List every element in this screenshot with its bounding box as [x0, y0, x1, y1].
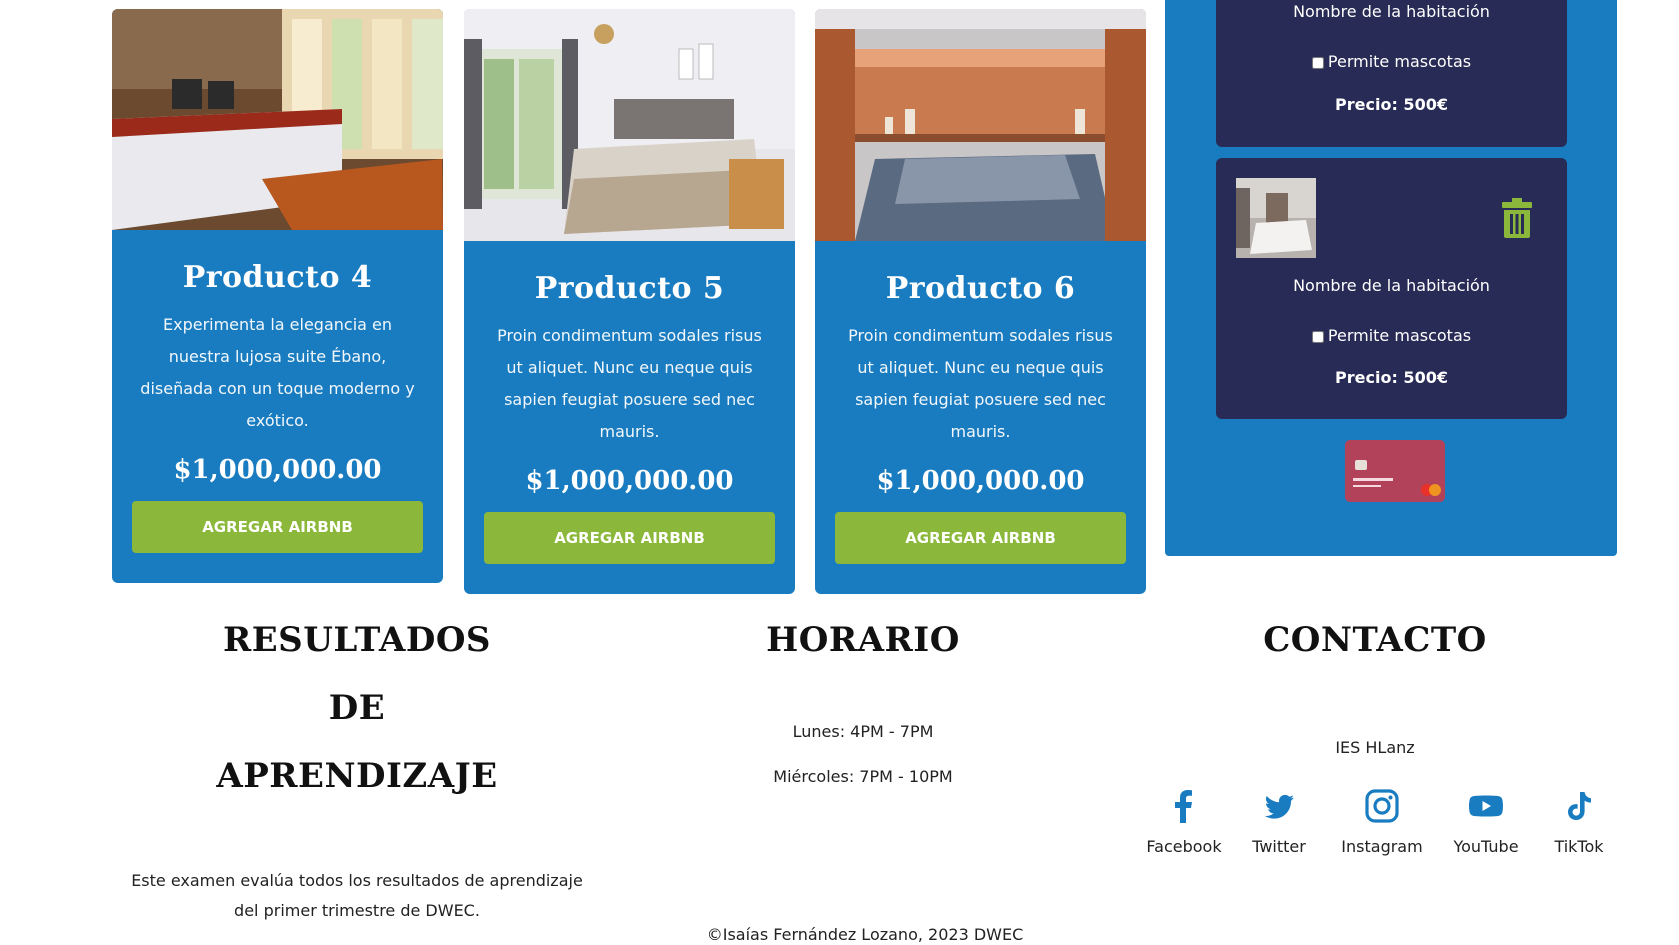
pets-label: Permite mascotas — [1327, 52, 1472, 71]
product-title: Producto 5 — [534, 271, 725, 306]
pets-checkbox[interactable] — [1311, 330, 1324, 343]
schedule-line: Miércoles: 7PM - 10PM — [773, 767, 953, 786]
social-link-facebook[interactable]: Facebook — [1144, 789, 1224, 856]
social-link-twitter[interactable]: Twitter — [1244, 789, 1314, 856]
product-title: Producto 6 — [885, 271, 1076, 306]
product-price: $1,000,000.00 — [173, 455, 382, 485]
product-card-4: Producto 4 Experimenta la elegancia en n… — [112, 9, 443, 583]
product-description: Proin condimentum sodales risus ut aliqu… — [497, 326, 762, 441]
add-airbnb-button[interactable]: AGREGAR AIRBNB — [484, 512, 775, 564]
cart-item: Nombre de la habitación Permite mascotas… — [1216, 0, 1567, 147]
product-4-image — [112, 9, 443, 230]
schedule-section: HORARIO Lunes: 4PM - 7PM Miércoles: 7PM … — [703, 606, 1023, 786]
results-text: Este examen evalúa todos los resultados … — [131, 871, 583, 920]
add-airbnb-button[interactable]: AGREGAR AIRBNB — [835, 512, 1126, 564]
payment-card-icon[interactable] — [1343, 438, 1447, 506]
product-card-6: Producto 6 Proin condimentum sodales ris… — [815, 9, 1146, 594]
social-label: Instagram — [1341, 837, 1423, 856]
product-6-image — [815, 9, 1146, 241]
product-card-5: Producto 5 Proin condimentum sodales ris… — [464, 9, 795, 594]
cart-item: Nombre de la habitación Permite mascotas… — [1216, 158, 1567, 419]
product-description: Experimenta la elegancia en nuestra lujo… — [140, 315, 415, 430]
results-section: RESULTADOS DE APRENDIZAJE Este examen ev… — [112, 606, 602, 926]
copyright-text: ©Isaías Fernández Lozano, 2023 DWEC — [706, 925, 1024, 944]
product-title: Producto 4 — [182, 260, 373, 295]
social-link-instagram[interactable]: Instagram — [1337, 789, 1427, 856]
pets-checkbox[interactable] — [1311, 56, 1324, 69]
cart-panel: Nombre de la habitación Permite mascotas… — [1165, 0, 1617, 556]
tiktok-icon — [1568, 792, 1591, 820]
social-link-tiktok[interactable]: TikTok — [1544, 789, 1614, 856]
room-price: Precio: 500€ — [1335, 95, 1448, 114]
product-5-image — [464, 9, 795, 241]
facebook-icon — [1175, 790, 1192, 823]
schedule-line: Lunes: 4PM - 7PM — [792, 722, 934, 741]
pets-checkbox-label[interactable]: Permite mascotas — [1216, 326, 1567, 345]
room-name: Nombre de la habitación — [1293, 2, 1490, 21]
pets-checkbox-label[interactable]: Permite mascotas — [1216, 52, 1567, 71]
instagram-icon — [1365, 789, 1399, 823]
room-thumbnail — [1236, 178, 1316, 258]
contact-title: CONTACTO — [1263, 620, 1487, 660]
social-label: TikTok — [1554, 837, 1604, 856]
results-title: RESULTADOS DE APRENDIZAJE — [216, 620, 498, 796]
social-link-youtube[interactable]: YouTube — [1446, 789, 1526, 856]
room-name: Nombre de la habitación — [1293, 276, 1490, 295]
schedule-title: HORARIO — [766, 620, 960, 660]
twitter-icon — [1264, 794, 1294, 819]
product-price: $1,000,000.00 — [876, 466, 1085, 496]
social-label: Facebook — [1146, 837, 1222, 856]
product-description: Proin condimentum sodales risus ut aliqu… — [848, 326, 1113, 441]
trash-icon[interactable] — [1502, 198, 1532, 238]
pets-label: Permite mascotas — [1327, 326, 1472, 345]
social-label: Twitter — [1252, 837, 1306, 856]
contact-org: IES HLanz — [1335, 738, 1415, 757]
room-price: Precio: 500€ — [1335, 368, 1448, 387]
product-price: $1,000,000.00 — [525, 466, 734, 496]
youtube-icon — [1469, 795, 1503, 817]
add-airbnb-button[interactable]: AGREGAR AIRBNB — [132, 501, 423, 553]
social-label: YouTube — [1453, 837, 1519, 856]
contact-section: CONTACTO IES HLanz — [1145, 606, 1605, 757]
